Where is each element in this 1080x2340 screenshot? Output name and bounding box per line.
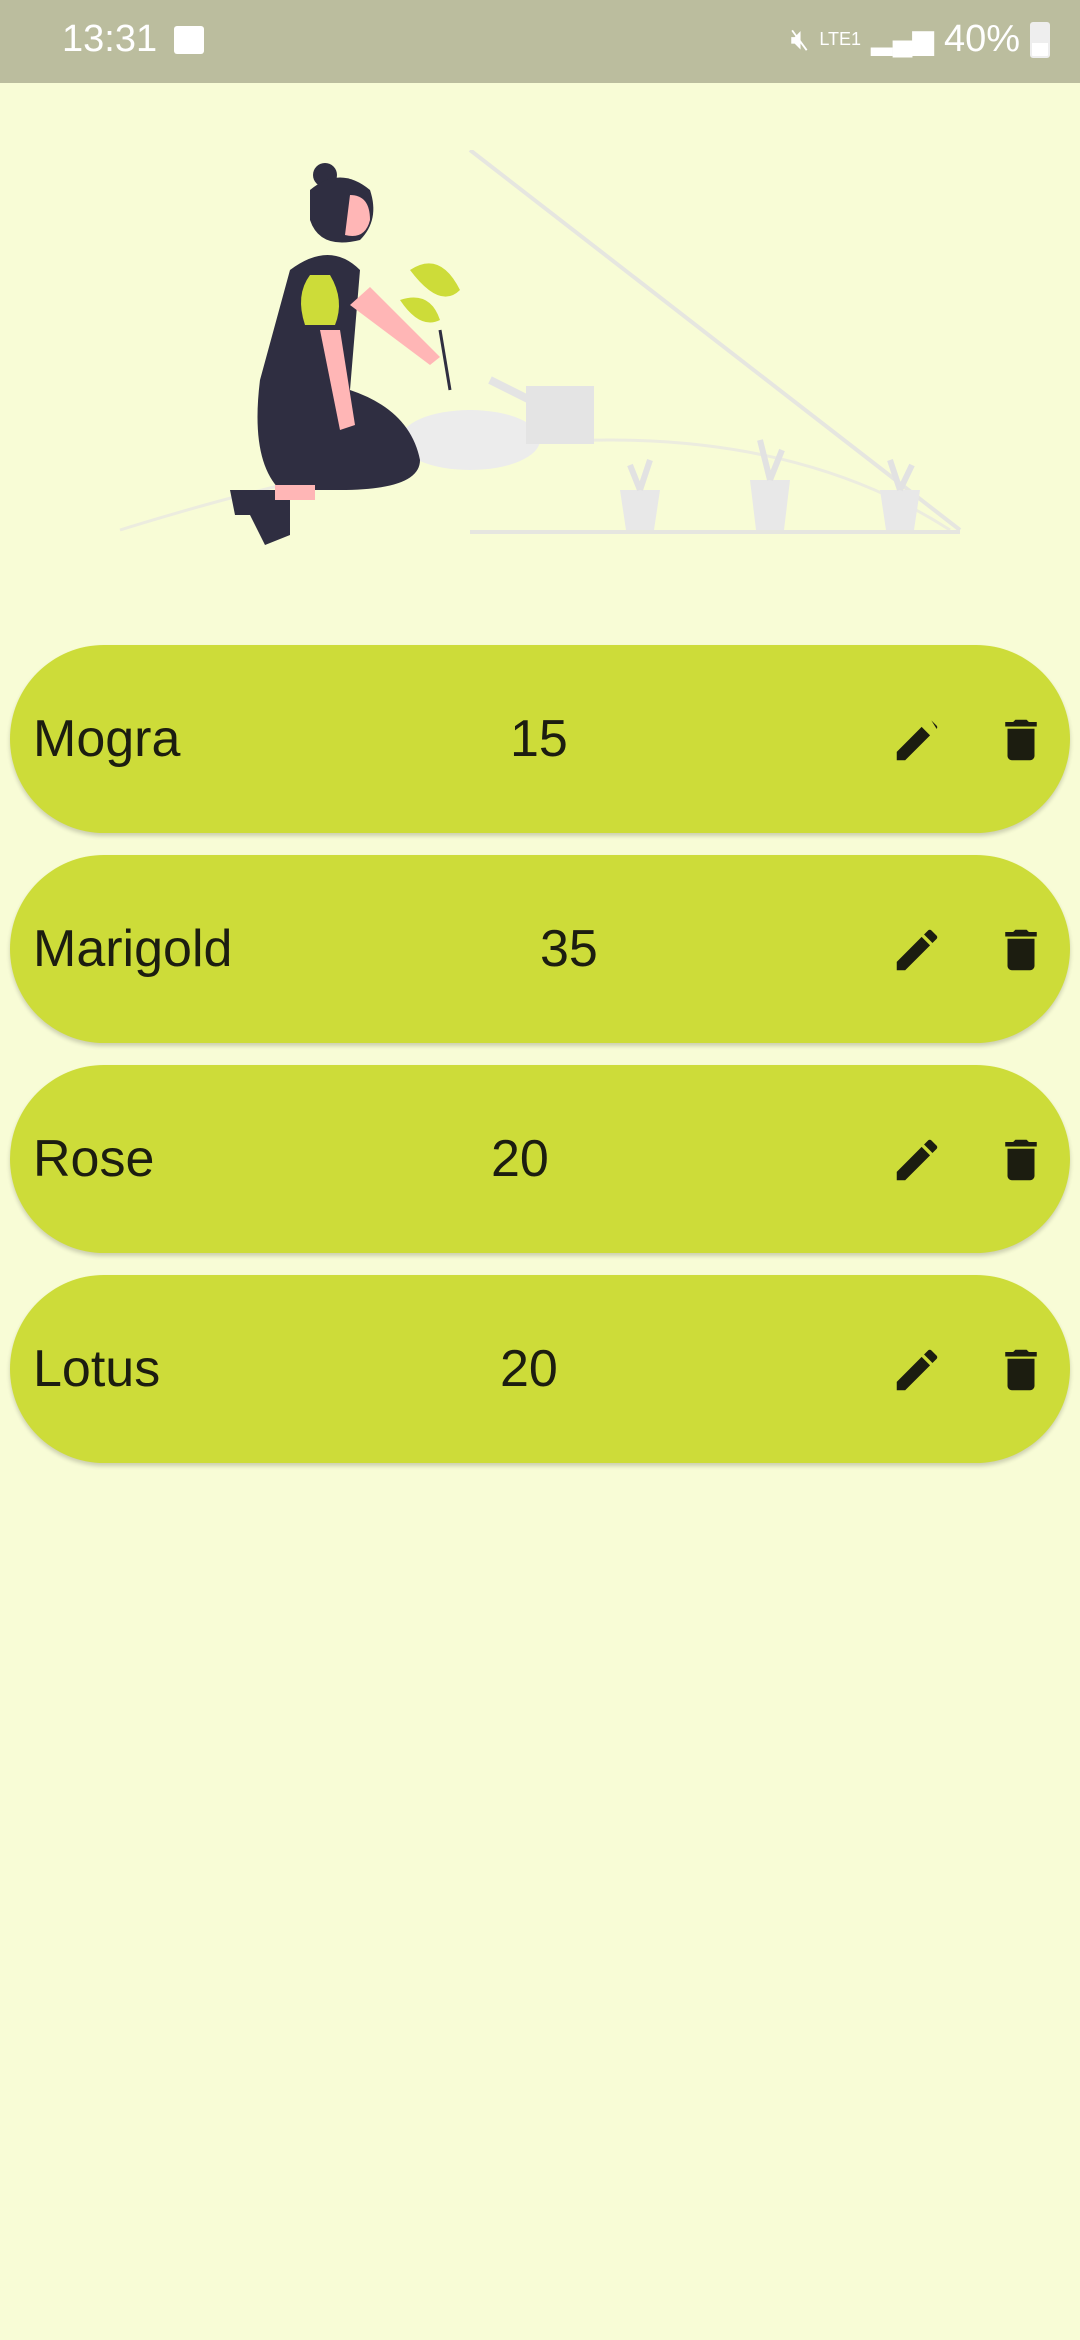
plant-name: Lotus bbox=[33, 1340, 161, 1398]
plant-quantity: 15 bbox=[510, 710, 568, 768]
mute-icon: 🔇︎ bbox=[790, 22, 810, 56]
gallery-icon bbox=[174, 26, 204, 54]
gardening-illustration bbox=[119, 150, 962, 545]
edit-pencil-icon[interactable] bbox=[890, 1133, 944, 1187]
signal-icon: ▂▄▆ bbox=[871, 24, 934, 55]
status-icons: 🔇︎ LTE1 ▂▄▆ 40% bbox=[790, 18, 1050, 61]
battery-percent: 40% bbox=[943, 18, 1020, 60]
plant-quantity: 20 bbox=[500, 1340, 558, 1398]
delete-trash-icon[interactable] bbox=[994, 713, 1048, 767]
delete-trash-icon[interactable] bbox=[994, 923, 1048, 977]
delete-trash-icon[interactable] bbox=[994, 1133, 1048, 1187]
plant-quantity: 35 bbox=[540, 920, 598, 978]
edit-pencil-icon[interactable] bbox=[890, 713, 944, 767]
delete-trash-icon[interactable] bbox=[994, 1343, 1048, 1397]
plant-item-card[interactable]: Mogra 15 bbox=[10, 645, 1070, 833]
plant-item-card[interactable]: Lotus 20 bbox=[10, 1275, 1070, 1463]
status-bar: 13:31 🔇︎ LTE1 ▂▄▆ 40% bbox=[0, 0, 1080, 83]
plant-name: Mogra bbox=[33, 710, 181, 768]
edit-pencil-icon[interactable] bbox=[890, 1343, 944, 1397]
network-label: LTE1 bbox=[819, 29, 862, 49]
plant-item-card[interactable]: Marigold 35 bbox=[10, 855, 1070, 1043]
status-time: 13:31 bbox=[62, 18, 158, 60]
plant-quantity: 20 bbox=[491, 1130, 549, 1188]
edit-pencil-icon[interactable] bbox=[890, 923, 944, 977]
battery-icon bbox=[1030, 21, 1050, 58]
plant-name: Marigold bbox=[33, 920, 233, 978]
plant-item-card[interactable]: Rose 20 bbox=[10, 1065, 1070, 1253]
plant-name: Rose bbox=[33, 1130, 155, 1188]
